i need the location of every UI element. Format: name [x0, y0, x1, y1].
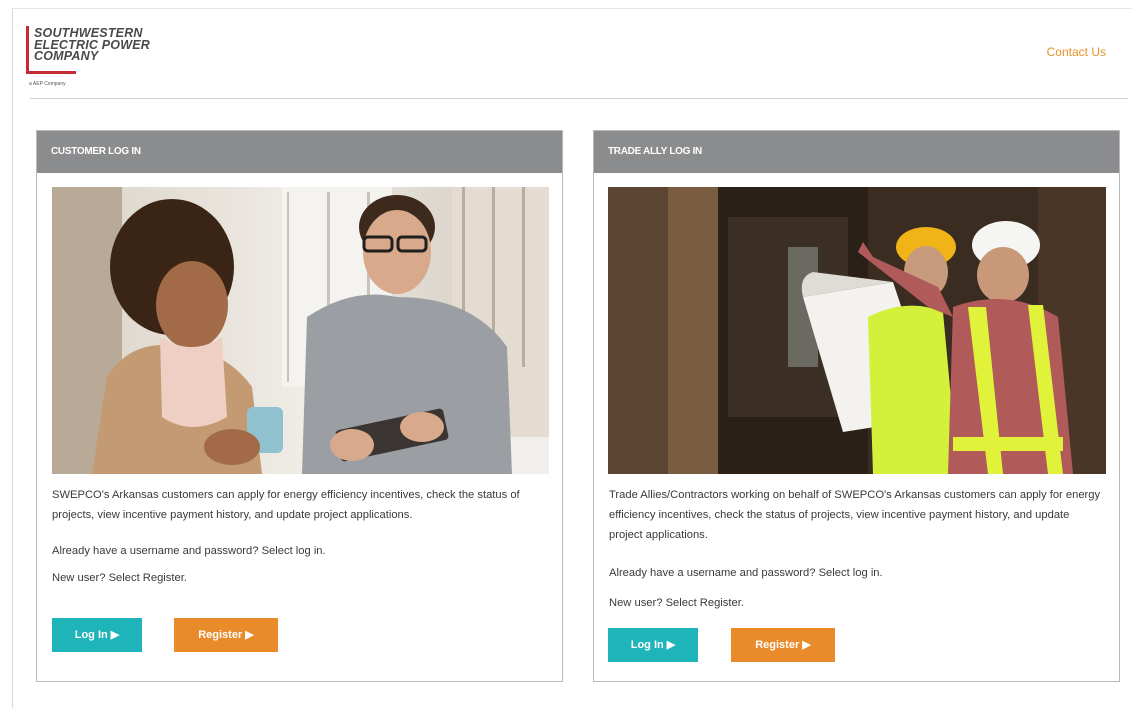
logo-underline: [26, 71, 76, 74]
logo-accent: [26, 26, 29, 72]
trade-ally-photo: [608, 187, 1106, 474]
customer-login-panel: CUSTOMER LOG IN SWEPCO's Arkansas custom…: [36, 130, 563, 682]
customer-photo: [52, 187, 549, 474]
customer-new-user-text: New user? Select Register.: [52, 572, 187, 584]
trade-ally-login-button[interactable]: Log In ▶: [608, 628, 698, 662]
trade-ally-panel-heading: TRADE ALLY LOG IN: [594, 131, 1119, 173]
trade-ally-description: Trade Allies/Contractors working on beha…: [609, 489, 1101, 541]
header-divider: [30, 98, 1128, 99]
customer-login-button[interactable]: Log In ▶: [52, 618, 142, 652]
contact-us-link[interactable]: Contact Us: [1047, 45, 1106, 59]
trade-ally-register-button[interactable]: Register ▶: [731, 628, 835, 662]
trade-ally-existing-user-text: Already have a username and password? Se…: [609, 567, 883, 579]
customer-register-button[interactable]: Register ▶: [174, 618, 278, 652]
trade-ally-new-user-text: New user? Select Register.: [609, 597, 744, 609]
company-logo[interactable]: SOUTHWESTERN ELECTRIC POWER COMPANY a AE…: [26, 26, 176, 90]
customer-existing-user-text: Already have a username and password? Se…: [52, 545, 326, 557]
customer-panel-heading: CUSTOMER LOG IN: [37, 131, 562, 173]
customer-description: SWEPCO's Arkansas customers can apply fo…: [52, 489, 520, 521]
logo-tagline: a AEP Company: [29, 81, 66, 87]
trade-ally-login-panel: TRADE ALLY LOG IN Trade Allies/Contracto…: [593, 130, 1120, 682]
logo-name: SOUTHWESTERN ELECTRIC POWER COMPANY: [34, 26, 150, 63]
